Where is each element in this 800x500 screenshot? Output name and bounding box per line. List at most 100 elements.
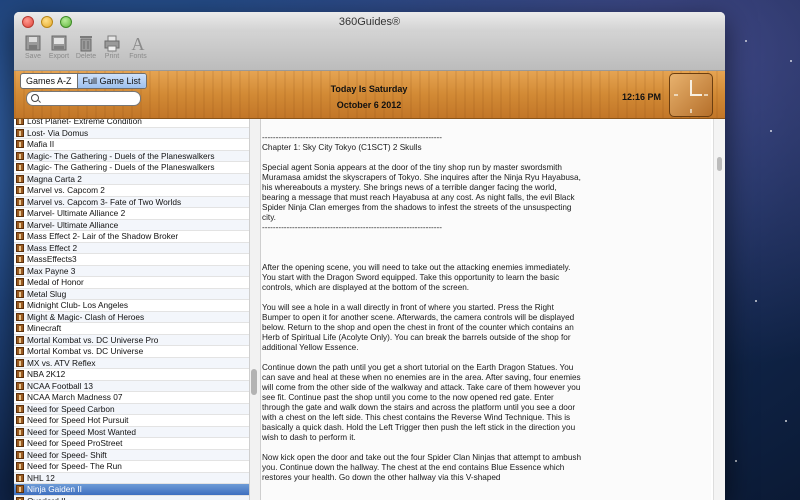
content-scroll-thumb[interactable]: [717, 157, 722, 171]
list-item-label: Medal of Honor: [27, 277, 84, 287]
guide-book-icon: [16, 450, 24, 459]
tick-6: [690, 109, 692, 113]
list-item[interactable]: Lost- Via Domus: [14, 127, 249, 139]
list-item[interactable]: Need for Speed- Shift: [14, 449, 249, 461]
list-item-label: MX vs. ATV Reflex: [27, 357, 96, 368]
list-item[interactable]: Minecraft: [14, 323, 249, 335]
guide-book-icon: [16, 119, 24, 125]
guide-book-icon: [16, 416, 24, 424]
list-item-label: Ninja Gaiden II: [27, 484, 82, 494]
guide-book-icon: [16, 335, 24, 344]
title-bar: 360Guides®: [14, 12, 725, 32]
list-item[interactable]: Need for Speed Carbon: [14, 403, 249, 415]
svg-text:A: A: [132, 34, 145, 52]
list-item[interactable]: Midnight Club- Los Angeles: [14, 300, 249, 312]
list-item-label: Magic- The Gathering - Duels of the Plan…: [27, 150, 215, 161]
list-item-label: Mortal Kombat vs. DC Universe: [27, 346, 144, 356]
list-item[interactable]: MassEffects3: [14, 254, 249, 266]
list-item[interactable]: Magic- The Gathering - Duels of the Plan…: [14, 150, 249, 162]
list-item[interactable]: Metal Slug: [14, 288, 249, 300]
list-item-label: Need for Speed Carbon: [27, 403, 115, 414]
guide-text-pane[interactable]: ----------------------------------------…: [261, 119, 711, 500]
list-item-label: Mass Effect 2- Lair of the Shadow Broker: [27, 231, 179, 241]
list-item[interactable]: Marvel- Ultimate Alliance 2: [14, 208, 249, 220]
guide-book-icon: [16, 393, 24, 401]
fonts-button[interactable]: A Fonts: [123, 34, 153, 68]
guide-book-icon: [16, 496, 24, 500]
list-item-label: Marvel vs. Capcom 2: [27, 185, 105, 195]
zoom-window-button[interactable]: [60, 16, 72, 28]
export-icon: [51, 35, 67, 51]
list-item[interactable]: Need for Speed Most Wanted: [14, 426, 249, 438]
guide-book-icon: [16, 473, 24, 482]
tab-full-game-list[interactable]: Full Game List: [76, 74, 146, 88]
header-bar: Games A-Z Full Game List Today Is Saturd…: [14, 71, 725, 119]
app-window: 360Guides® Save Export Delete Print A Fo…: [14, 12, 725, 500]
guide-book-icon: [16, 312, 24, 321]
export-button[interactable]: Export: [44, 34, 74, 68]
list-item-label: Mass Effect 2: [27, 242, 78, 253]
guide-book-icon: [16, 151, 24, 160]
clock-icon: [669, 73, 713, 117]
export-label: Export: [48, 53, 70, 60]
list-item[interactable]: NBA 2K12: [14, 369, 249, 381]
list-item[interactable]: Mafia II: [14, 139, 249, 151]
guide-book-icon: [16, 197, 24, 206]
list-item-label: Lost Planet- Extreme Condition: [27, 119, 142, 126]
search-input[interactable]: [26, 91, 141, 106]
minimize-window-button[interactable]: [41, 16, 53, 28]
list-item-label: Magic- The Gathering - Duels of the Plan…: [27, 162, 215, 172]
list-item[interactable]: Magna Carta 2: [14, 173, 249, 185]
list-item[interactable]: Need for Speed- The Run: [14, 461, 249, 473]
guide-paragraph: [262, 243, 582, 253]
list-item[interactable]: Mass Effect 2: [14, 242, 249, 254]
weekday-text: Today Is Saturday: [330, 84, 408, 94]
guide-content-area: ----------------------------------------…: [260, 119, 725, 500]
list-item-label: Mortal Kombat vs. DC Universe Pro: [27, 334, 159, 345]
guide-book-icon: [16, 427, 24, 436]
save-icon: [25, 35, 41, 51]
guide-book-icon: [16, 140, 24, 148]
game-list-scroll-thumb[interactable]: [251, 369, 257, 395]
list-item[interactable]: Need for Speed ProStreet: [14, 438, 249, 450]
guide-book-icon: [16, 381, 24, 390]
list-item[interactable]: MX vs. ATV Reflex: [14, 357, 249, 369]
content-scrollbar[interactable]: [713, 119, 725, 500]
list-item[interactable]: Marvel vs. Capcom 3- Fate of Two Worlds: [14, 196, 249, 208]
list-item[interactable]: Max Payne 3: [14, 265, 249, 277]
list-item[interactable]: Medal of Honor: [14, 277, 249, 289]
list-item-label: Might & Magic- Clash of Heroes: [27, 311, 145, 322]
guide-book-icon: [16, 174, 24, 183]
game-list: Lost Planet- Extreme Condition Lost- Via …: [14, 119, 249, 500]
list-item-label: Midnight Club- Los Angeles: [27, 300, 129, 310]
list-item[interactable]: Mass Effect 2- Lair of the Shadow Broker: [14, 231, 249, 243]
list-item-label: Marvel- Ultimate Alliance 2: [27, 208, 126, 218]
list-item[interactable]: Mortal Kombat vs. DC Universe: [14, 346, 249, 358]
guide-book-icon: [16, 278, 24, 286]
tab-games-a-z[interactable]: Games A-Z: [21, 74, 77, 88]
list-item[interactable]: Need for Speed Hot Pursuit: [14, 415, 249, 427]
list-item[interactable]: Ninja Gaiden II: [14, 484, 249, 496]
list-item[interactable]: NCAA March Madness 07: [14, 392, 249, 404]
guide-book-icon: [16, 358, 24, 367]
guide-book-icon: [16, 301, 24, 309]
close-window-button[interactable]: [22, 16, 34, 28]
date-display: Today Is Saturday October 6 2012: [304, 81, 434, 113]
guide-book-icon: [16, 128, 24, 137]
list-item[interactable]: Might & Magic- Clash of Heroes: [14, 311, 249, 323]
guide-paragraph: You will see a hole in a wall directly i…: [262, 303, 575, 352]
list-item-label: Metal Slug: [27, 288, 67, 299]
search-icon: [31, 94, 39, 102]
list-item[interactable]: NHL 12: [14, 472, 249, 484]
list-item[interactable]: Overlord II: [14, 495, 249, 500]
list-item[interactable]: Lost Planet- Extreme Condition: [14, 119, 249, 128]
list-item[interactable]: Marvel vs. Capcom 2: [14, 185, 249, 197]
list-item-label: Need for Speed Most Wanted: [27, 426, 136, 437]
guide-book-icon: [16, 209, 24, 217]
list-item[interactable]: Mortal Kombat vs. DC Universe Pro: [14, 334, 249, 346]
list-item[interactable]: Marvel- Ultimate Alliance: [14, 219, 249, 231]
list-item[interactable]: Magic- The Gathering - Duels of the Plan…: [14, 162, 249, 174]
guide-paragraph: Special agent Sonia appears at the door …: [262, 163, 581, 232]
list-item-label: Need for Speed ProStreet: [27, 438, 123, 448]
list-item[interactable]: NCAA Football 13: [14, 380, 249, 392]
